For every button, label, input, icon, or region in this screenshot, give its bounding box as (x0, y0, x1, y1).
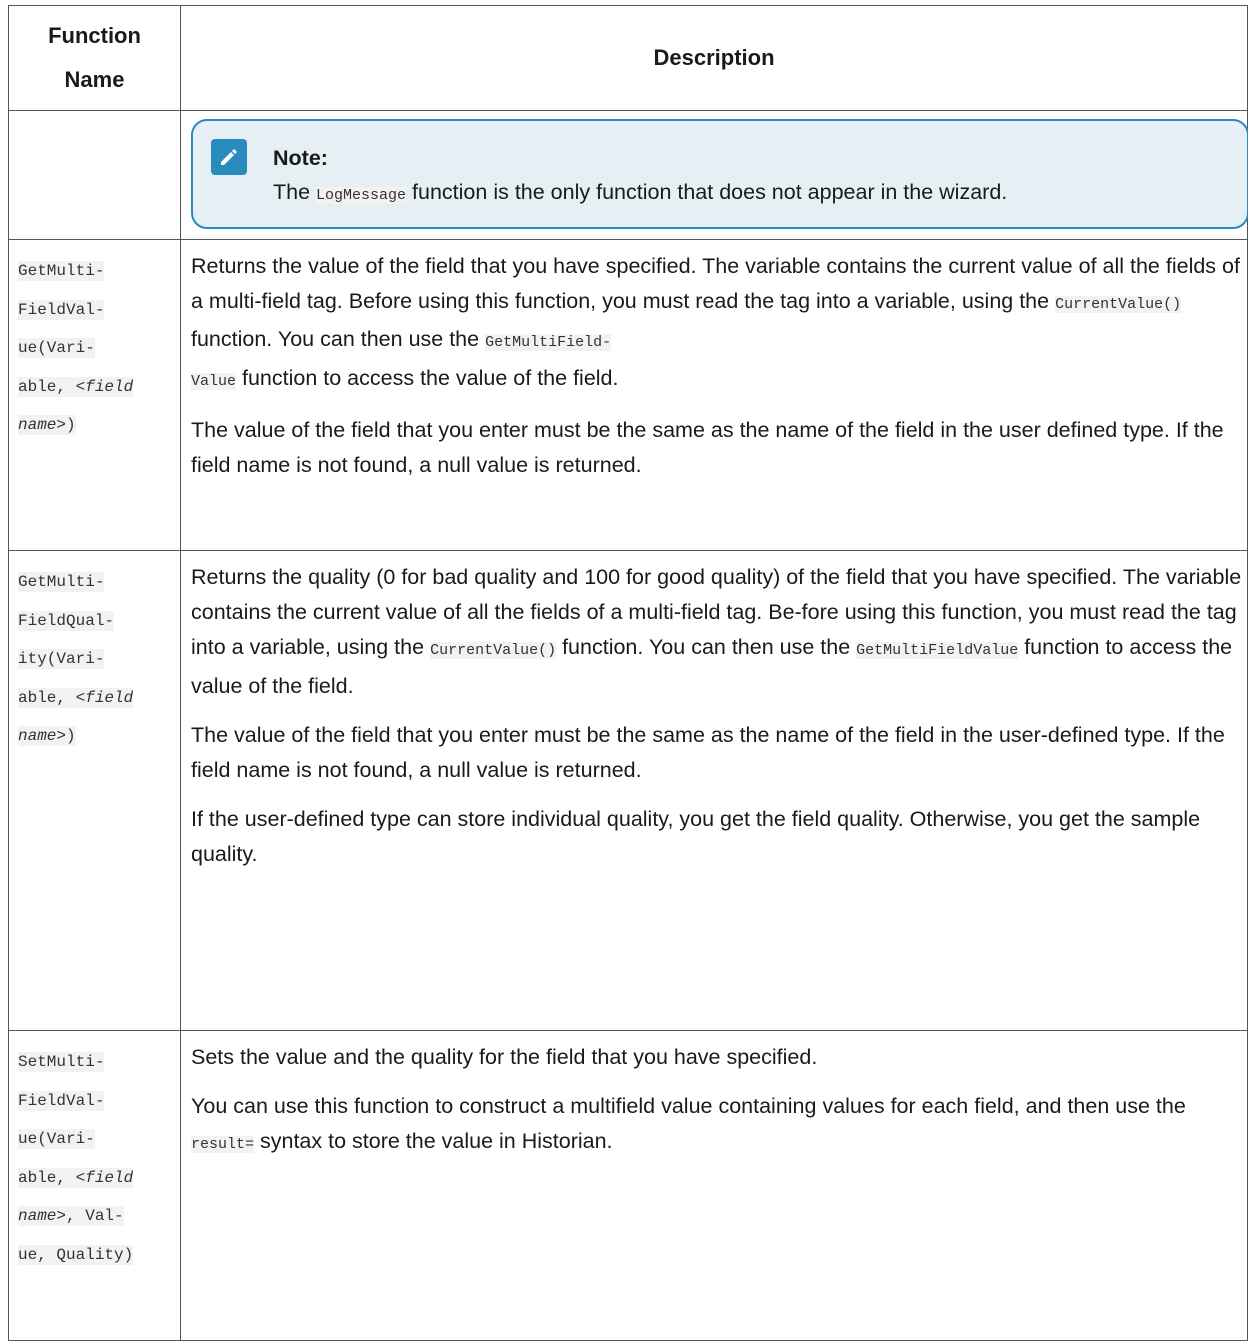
header-function-name: Function Name (8, 5, 181, 111)
paragraph: Returns the value of the field that you … (191, 254, 1240, 390)
description-cell: Returns the quality (0 for bad quality a… (180, 550, 1248, 1031)
paragraph: You can use this function to construct a… (191, 1094, 1186, 1154)
empty-cell (8, 110, 181, 240)
table-header-row: Function Name Description (8, 5, 1248, 111)
header-description: Description (180, 5, 1248, 111)
note-cell: Note: The LogMessage function is the onl… (180, 110, 1248, 240)
table-row: Note: The LogMessage function is the onl… (8, 110, 1248, 240)
code-logmessage: LogMessage (316, 187, 407, 204)
note-box: Note: The LogMessage function is the onl… (191, 119, 1248, 229)
note-text: The LogMessage function is the only func… (273, 180, 1008, 204)
paragraph: The value of the field that you enter mu… (191, 722, 1225, 783)
description-cell: Sets the value and the quality for the f… (180, 1030, 1248, 1341)
function-name-cell: SetMulti- FieldVal- ue(Vari- able, <fiel… (8, 1030, 181, 1341)
paragraph: Returns the quality (0 for bad quality a… (191, 565, 1242, 698)
pencil-icon (211, 139, 247, 175)
description-cell: Returns the value of the field that you … (180, 239, 1248, 551)
paragraph: If the user-defined type can store indiv… (191, 807, 1201, 867)
table-row: GetMulti- FieldVal- ue(Vari- able, <fiel… (8, 239, 1248, 551)
table-row: SetMulti- FieldVal- ue(Vari- able, <fiel… (8, 1030, 1248, 1341)
paragraph: The value of the field that you enter mu… (191, 417, 1224, 478)
note-title: Note: (273, 146, 328, 170)
function-name-cell: GetMulti- FieldQual- ity(Vari- able, <fi… (8, 550, 181, 1031)
table-row: GetMulti- FieldQual- ity(Vari- able, <fi… (8, 550, 1248, 1031)
function-name-cell: GetMulti- FieldVal- ue(Vari- able, <fiel… (8, 239, 181, 551)
function-table: Function Name Description Note: The LogM… (8, 5, 1248, 1341)
paragraph: Sets the value and the quality for the f… (191, 1045, 818, 1069)
